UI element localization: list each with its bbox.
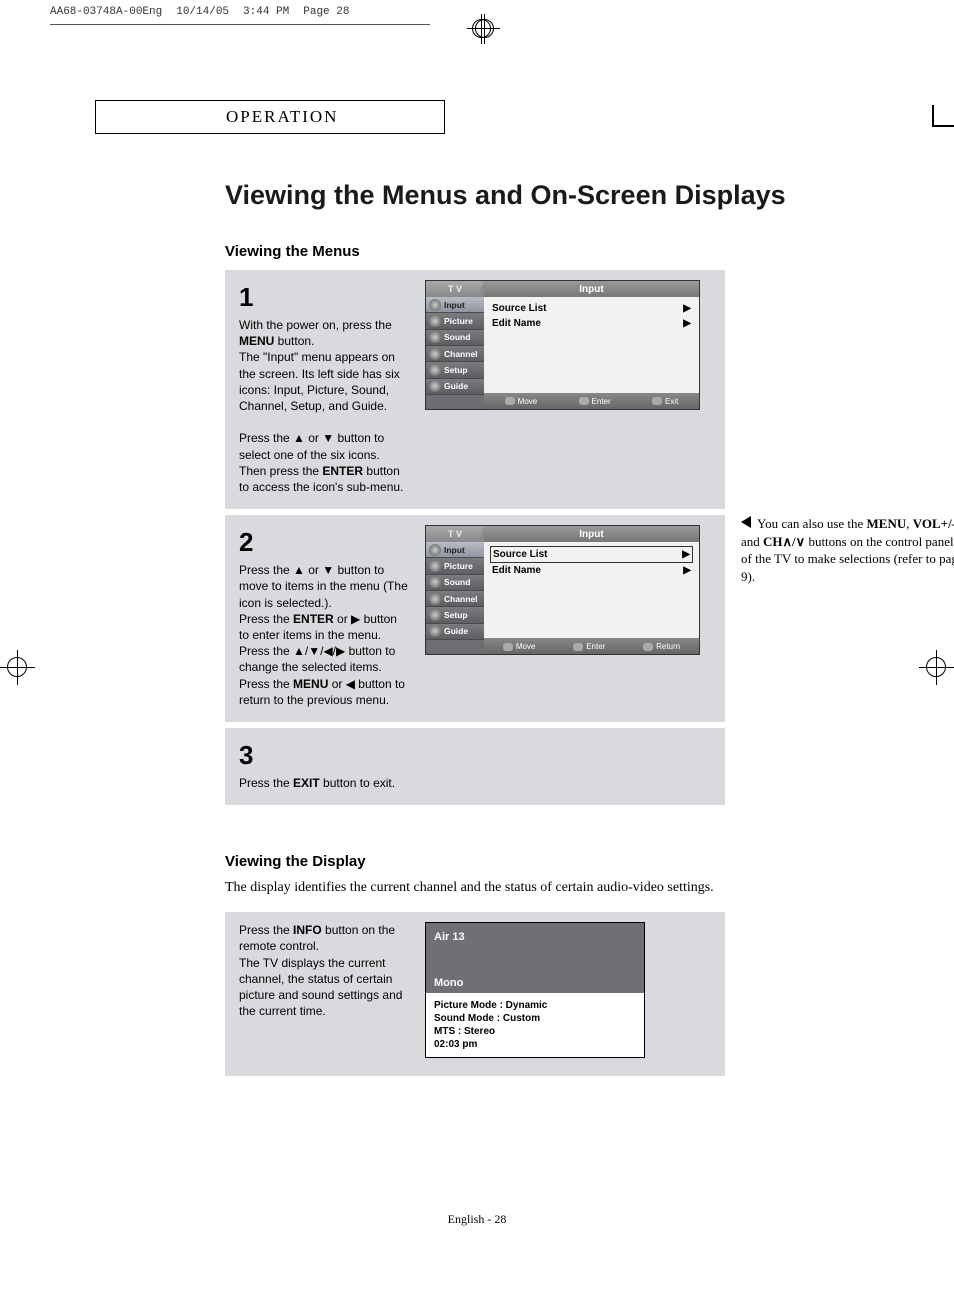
picture-icon bbox=[429, 560, 441, 572]
step-3-number: 3 bbox=[239, 738, 711, 773]
page-content: OPERATION Viewing the Menus and On-Scree… bbox=[95, 100, 905, 1076]
subheading-display: Viewing the Display bbox=[225, 853, 905, 870]
tv-menu-side-item: Input bbox=[426, 542, 484, 558]
sound-icon bbox=[429, 576, 441, 588]
crop-corner-icon bbox=[932, 105, 954, 127]
tv-menu-main: Source List▶ Edit Name▶ bbox=[484, 542, 699, 640]
chevron-right-icon: ▶ bbox=[683, 565, 691, 576]
tv-menu-screenshot-1: T V Input Input Picture Sound Channel Se… bbox=[425, 280, 700, 410]
info-panel-screenshot: Air 13 Mono Picture Mode : Dynamic Sound… bbox=[425, 922, 645, 1058]
tv-menu-side-item: Picture bbox=[426, 558, 484, 574]
step-2-text: 2 Press the ▲ or ▼ button to move to ite… bbox=[239, 525, 409, 708]
info-mts: MTS : Stereo bbox=[434, 1025, 636, 1038]
crop-mark-icon bbox=[919, 650, 954, 685]
tv-menu-side-item: Guide bbox=[426, 379, 484, 395]
print-header: AA68-03748A-00Eng 10/14/05 3:44 PM Page … bbox=[50, 6, 349, 18]
tv-menu-sidebar: Input Picture Sound Channel Setup Guide bbox=[426, 297, 484, 395]
tv-menu-side-item: Setup bbox=[426, 362, 484, 378]
subheading-menus: Viewing the Menus bbox=[225, 243, 905, 260]
step-1-number: 1 bbox=[239, 280, 409, 315]
tv-menu-main: Source List▶ Edit Name▶ bbox=[484, 297, 699, 395]
print-time: 3:44 PM bbox=[243, 6, 289, 18]
step-3-box: 3 Press the EXIT button to exit. bbox=[225, 728, 725, 805]
tv-menu-row: Edit Name▶ bbox=[490, 316, 693, 331]
foot-enter: Enter bbox=[573, 642, 605, 651]
tv-menu-side-item: Sound bbox=[426, 575, 484, 591]
print-date: 10/14/05 bbox=[176, 6, 229, 18]
display-step-box: Press the INFO button on the remote cont… bbox=[225, 912, 725, 1076]
print-page: Page 28 bbox=[303, 6, 349, 18]
display-step-text: Press the INFO button on the remote cont… bbox=[239, 922, 409, 1058]
tv-menu-row: Source List▶ bbox=[490, 546, 693, 563]
channel-icon bbox=[429, 593, 441, 605]
info-sound-mode: Sound Mode : Custom bbox=[434, 1012, 636, 1025]
tv-menu-side-item: Guide bbox=[426, 624, 484, 640]
foot-move: Move bbox=[503, 642, 536, 651]
crop-mark-icon bbox=[0, 650, 35, 685]
tv-menu-footer: Move Enter Return bbox=[484, 638, 699, 654]
tv-menu-header-left: T V bbox=[426, 526, 484, 542]
tv-menu-side-item: Channel bbox=[426, 346, 484, 362]
input-icon bbox=[429, 299, 441, 311]
side-note: You can also use the MENU, VOL+/– and CH… bbox=[741, 515, 954, 585]
display-intro: The display identifies the current chann… bbox=[225, 880, 905, 896]
step-2-number: 2 bbox=[239, 525, 409, 560]
foot-move: Move bbox=[505, 397, 538, 406]
info-settings: Picture Mode : Dynamic Sound Mode : Cust… bbox=[426, 993, 644, 1057]
tv-menu-side-item: Picture bbox=[426, 313, 484, 329]
section-tab-label: OPERATION bbox=[226, 107, 338, 127]
picture-icon bbox=[429, 315, 441, 327]
page-footer: English - 28 bbox=[0, 1212, 954, 1227]
setup-icon bbox=[429, 609, 441, 621]
tv-menu-row: Source List▶ bbox=[490, 301, 693, 316]
chevron-right-icon: ▶ bbox=[682, 549, 690, 560]
tv-menu-header-left: T V bbox=[426, 281, 484, 297]
page-title: Viewing the Menus and On-Screen Displays bbox=[225, 180, 905, 211]
input-icon bbox=[429, 544, 441, 556]
crop-mark-icon bbox=[467, 14, 497, 44]
tv-menu-side-item: Sound bbox=[426, 330, 484, 346]
step-1-text: 1 With the power on, press the MENU butt… bbox=[239, 280, 409, 495]
channel-icon bbox=[429, 348, 441, 360]
tv-menu-header-right: Input bbox=[484, 281, 699, 297]
tv-menu-screenshot-2: T V Input Input Picture Sound Channel Se… bbox=[425, 525, 700, 655]
chevron-right-icon: ▶ bbox=[683, 318, 691, 329]
triangle-left-icon bbox=[741, 516, 751, 528]
sound-icon bbox=[429, 331, 441, 343]
section-tab: OPERATION bbox=[95, 100, 445, 134]
step-1-box: 1 With the power on, press the MENU butt… bbox=[225, 270, 725, 509]
step-3-text: 3 Press the EXIT button to exit. bbox=[239, 738, 711, 791]
tv-menu-row: Edit Name▶ bbox=[490, 563, 693, 578]
guide-icon bbox=[429, 625, 441, 637]
setup-icon bbox=[429, 364, 441, 376]
guide-icon bbox=[429, 380, 441, 392]
step-2-box: 2 Press the ▲ or ▼ button to move to ite… bbox=[225, 515, 725, 722]
info-channel: Air 13 bbox=[426, 923, 644, 953]
tv-menu-sidebar: Input Picture Sound Channel Setup Guide bbox=[426, 542, 484, 640]
info-picture-mode: Picture Mode : Dynamic bbox=[434, 999, 636, 1012]
tv-menu-side-item: Channel bbox=[426, 591, 484, 607]
tv-menu-footer: Move Enter Exit bbox=[484, 393, 699, 409]
tv-menu-side-item: Input bbox=[426, 297, 484, 313]
chevron-right-icon: ▶ bbox=[683, 303, 691, 314]
info-mono: Mono bbox=[426, 973, 644, 993]
foot-return: Return bbox=[643, 642, 680, 651]
tv-menu-header-right: Input bbox=[484, 526, 699, 542]
tv-menu-side-item: Setup bbox=[426, 607, 484, 623]
info-time: 02:03 pm bbox=[434, 1038, 636, 1051]
foot-enter: Enter bbox=[579, 397, 611, 406]
foot-exit: Exit bbox=[652, 397, 678, 406]
print-file: AA68-03748A-00Eng bbox=[50, 6, 162, 18]
